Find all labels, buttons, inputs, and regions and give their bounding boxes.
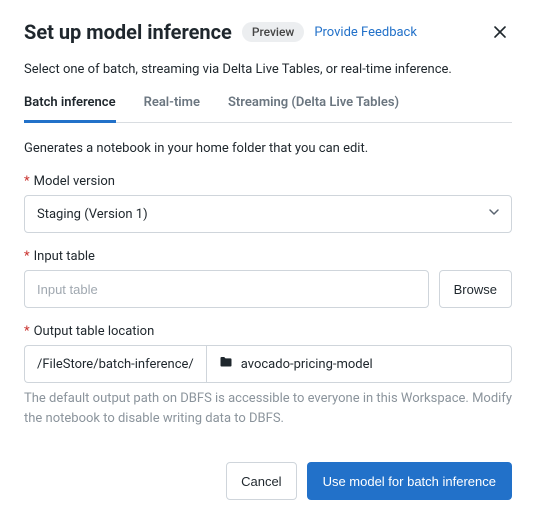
model-version-group: *Model version Staging (Version 1) [24, 174, 512, 233]
tab-real-time[interactable]: Real-time [144, 95, 200, 123]
model-version-select[interactable]: Staging (Version 1) [24, 195, 512, 233]
model-version-value: Staging (Version 1) [37, 207, 148, 222]
output-path-name: avocado-pricing-model [241, 357, 373, 372]
input-table-label: *Input table [24, 249, 512, 264]
input-table-group: *Input table Browse [24, 249, 512, 308]
feedback-link[interactable]: Provide Feedback [314, 25, 417, 40]
model-inference-dialog: Set up model inference Preview Provide F… [0, 0, 536, 518]
tab-streaming[interactable]: Streaming (Delta Live Tables) [228, 95, 399, 123]
output-location-group: *Output table location /FileStore/batch-… [24, 324, 512, 428]
browse-button[interactable]: Browse [439, 270, 512, 308]
model-version-label: *Model version [24, 174, 512, 189]
close-button[interactable] [488, 20, 512, 44]
dialog-subtitle: Select one of batch, streaming via Delta… [24, 62, 512, 77]
dialog-header: Set up model inference Preview Provide F… [24, 20, 512, 44]
dialog-title: Set up model inference [24, 20, 232, 44]
close-icon [492, 24, 508, 40]
output-helper-text: The default output path on DBFS is acces… [24, 389, 512, 428]
tab-batch-inference[interactable]: Batch inference [24, 95, 116, 123]
folder-icon [219, 355, 233, 373]
preview-badge: Preview [242, 22, 305, 42]
dialog-footer: Cancel Use model for batch inference [24, 462, 512, 500]
cancel-button[interactable]: Cancel [226, 462, 296, 500]
output-location-label: *Output table location [24, 324, 512, 339]
input-table-field[interactable] [24, 270, 429, 308]
submit-button[interactable]: Use model for batch inference [307, 462, 512, 500]
tab-description: Generates a notebook in your home folder… [24, 141, 512, 156]
output-path-prefix[interactable]: /FileStore/batch-inference/ [24, 345, 206, 383]
output-path-name-field[interactable]: avocado-pricing-model [206, 345, 512, 383]
tabs: Batch inference Real-time Streaming (Del… [24, 95, 512, 123]
